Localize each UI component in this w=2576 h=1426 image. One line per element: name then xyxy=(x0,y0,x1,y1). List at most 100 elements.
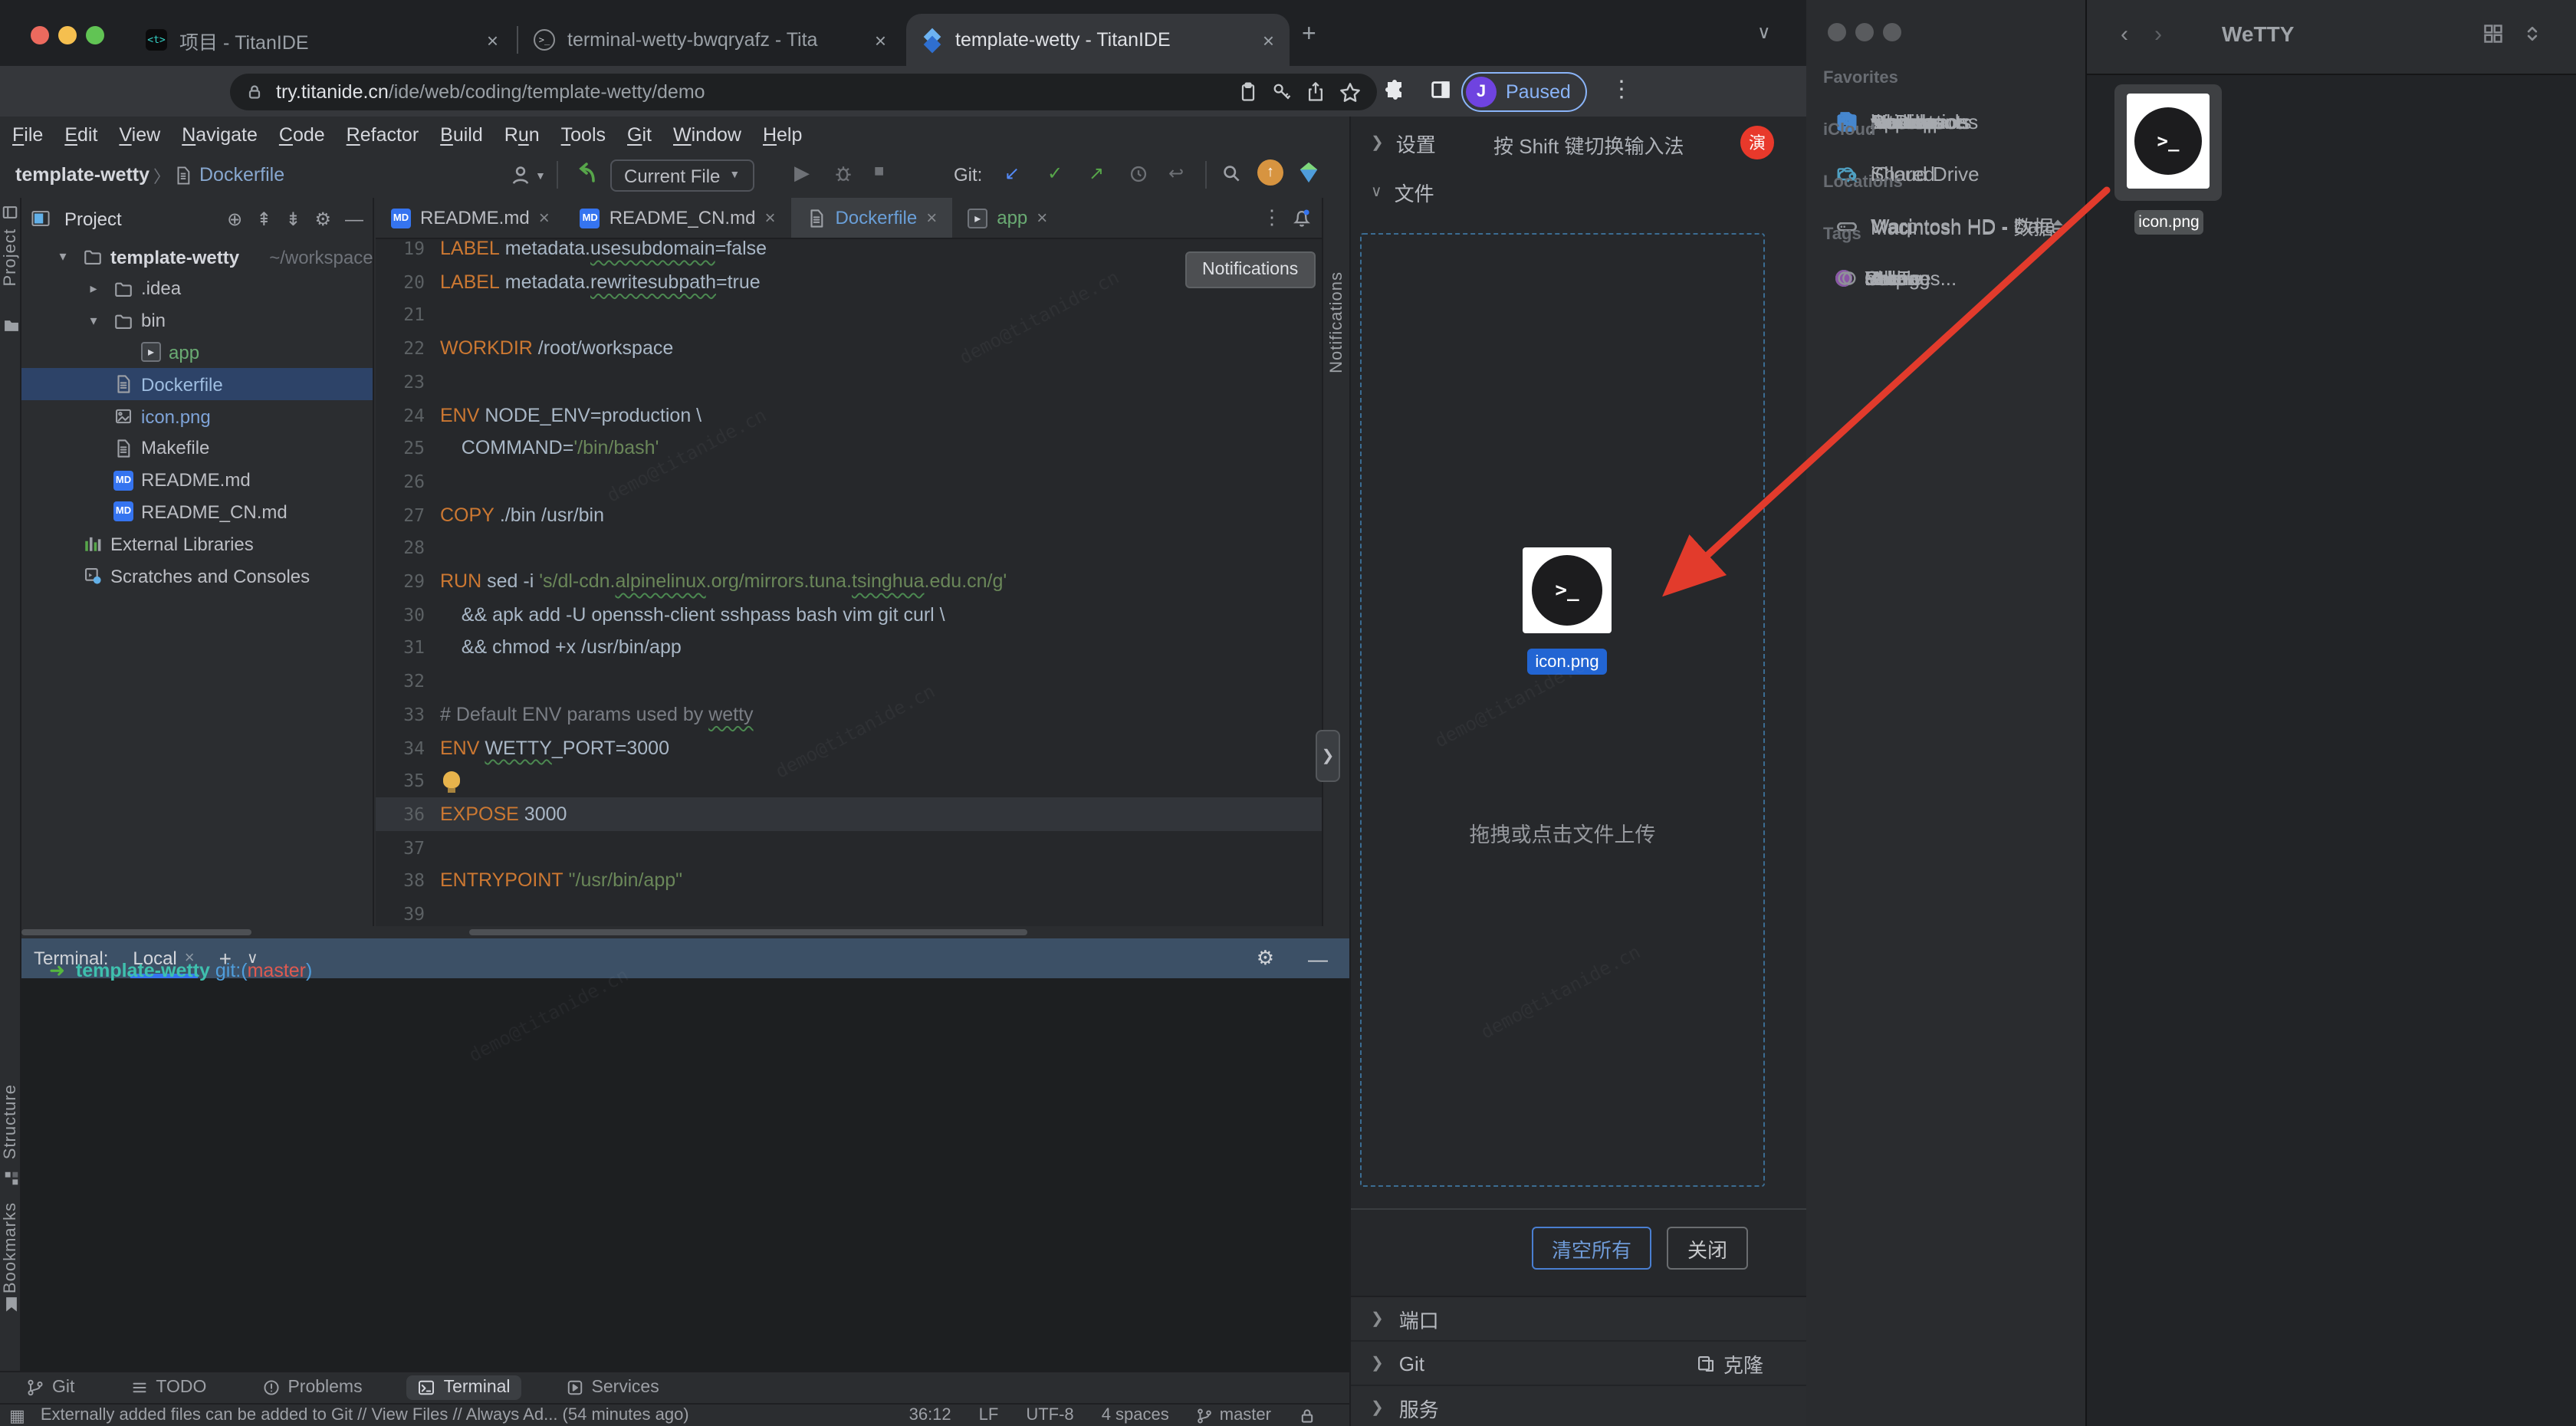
chevron-down-icon[interactable]: ▾ xyxy=(86,312,101,329)
section-git[interactable]: ❯Git克隆 xyxy=(1351,1342,1806,1386)
browser-tab[interactable]: template-wetty - TitanIDE× xyxy=(906,14,1290,66)
editor-tab-close-icon[interactable]: × xyxy=(764,207,775,228)
minimize-window-button[interactable] xyxy=(58,26,77,44)
code-line[interactable]: COMMAND='/bin/bash' xyxy=(440,431,659,465)
editor-tab-readme-md[interactable]: MDREADME.md× xyxy=(376,198,565,238)
editor-tab-app[interactable]: ▸app× xyxy=(952,198,1063,238)
code-line[interactable]: WORKDIR /root/workspace xyxy=(440,331,673,365)
menu-item-edit[interactable]: Edit xyxy=(64,124,97,146)
tree-item-dockerfile[interactable]: Dockerfile xyxy=(21,368,373,400)
menu-item-navigate[interactable]: Navigate xyxy=(182,124,258,146)
notifications-bell-icon[interactable] xyxy=(1291,207,1313,228)
tree-item--idea[interactable]: ▸.idea xyxy=(21,273,373,305)
toolwindow-button-services[interactable]: Services xyxy=(555,1375,670,1400)
vcs-update-icon[interactable] xyxy=(575,161,600,186)
readonly-lock-icon[interactable] xyxy=(1299,1407,1316,1424)
code-line[interactable]: EXPOSE 3000 xyxy=(440,797,567,831)
code-line[interactable]: LABEL metadata.rewritesubpath=true xyxy=(440,264,761,298)
editor-tab-close-icon[interactable]: × xyxy=(539,207,550,228)
close-button[interactable]: 关闭 xyxy=(1667,1227,1748,1270)
sidebar-item-project[interactable]: Project xyxy=(2,228,20,287)
gem-icon[interactable] xyxy=(1297,161,1320,184)
editor-tab-readme-cn-md[interactable]: MDREADME_CN.md× xyxy=(565,198,791,238)
expand-panel-button[interactable]: ❯ xyxy=(1316,730,1340,782)
code-line[interactable]: COPY ./bin /usr/bin xyxy=(440,498,604,531)
code-line[interactable]: && apk add -U openssh-client sshpass bas… xyxy=(440,597,945,631)
tree-item-app[interactable]: ▸app xyxy=(21,337,373,369)
tab-close-icon[interactable]: × xyxy=(1263,28,1274,51)
hide-panel-icon[interactable]: — xyxy=(345,208,363,229)
file-encoding[interactable]: UTF-8 xyxy=(1026,1406,1073,1424)
browser-menu-icon[interactable]: ⋮ xyxy=(1610,75,1633,103)
project-tab-icon[interactable] xyxy=(2,204,18,221)
menu-item-code[interactable]: Code xyxy=(279,124,325,146)
toolwindow-button-problems[interactable]: Problems xyxy=(251,1375,373,1400)
password-key-icon[interactable] xyxy=(1271,81,1293,103)
finder-back-icon[interactable]: ‹ xyxy=(2121,21,2128,48)
git-commit-icon[interactable]: ✓ xyxy=(1047,163,1063,184)
debug-icon[interactable] xyxy=(833,163,854,184)
files-section-header[interactable]: ∨ 文件 xyxy=(1371,178,1434,207)
menu-item-run[interactable]: Run xyxy=(504,124,540,146)
eject-icon[interactable] xyxy=(2049,216,2067,235)
git-push-icon[interactable]: ↗ xyxy=(1089,163,1104,184)
tab-close-icon[interactable]: × xyxy=(487,28,498,51)
finder-minimize-button[interactable] xyxy=(1855,23,1874,41)
code-line[interactable]: && chmod +x /usr/bin/app xyxy=(440,631,682,665)
status-panel-icon[interactable]: ▦ xyxy=(9,1405,25,1425)
terminal-settings-gear-icon[interactable]: ⚙ xyxy=(1257,946,1274,971)
close-window-button[interactable] xyxy=(31,26,49,44)
toolwindow-button-todo[interactable]: TODO xyxy=(119,1375,217,1400)
browser-tab[interactable]: <t>项目 - TitanIDE× xyxy=(130,14,514,66)
editor-tabs-menu-icon[interactable]: ⋮ xyxy=(1262,205,1282,230)
tree-item-scratches-and-consoles[interactable]: Scratches and Consoles xyxy=(21,560,373,592)
tree-item-external-libraries[interactable]: External Libraries xyxy=(21,527,373,560)
minimize-terminal-icon[interactable]: — xyxy=(1308,947,1328,970)
history-icon[interactable] xyxy=(1129,164,1148,184)
tree-item-bin[interactable]: ▾bin xyxy=(21,304,373,337)
editor-tab-dockerfile[interactable]: Dockerfile× xyxy=(790,198,952,238)
tree-item-readme-md[interactable]: MDREADME.md xyxy=(21,464,373,496)
menu-item-file[interactable]: File xyxy=(12,124,43,146)
section-services[interactable]: ❯服务 xyxy=(1351,1386,1806,1426)
menu-item-build[interactable]: Build xyxy=(440,124,483,146)
chevron-down-icon[interactable]: ▾ xyxy=(55,248,71,265)
breadcrumb-project[interactable]: template-wetty xyxy=(15,164,150,186)
line-ending[interactable]: LF xyxy=(979,1406,999,1424)
project-hscrollbar[interactable] xyxy=(21,929,251,935)
toolwindow-button-git[interactable]: Git xyxy=(15,1375,85,1400)
chevron-right-icon[interactable]: ▸ xyxy=(86,281,101,297)
settings-section-header[interactable]: ❯ 设置 xyxy=(1371,129,1436,158)
code-line[interactable]: RUN sed -i 's/dl-cdn.alpinelinux.org/mir… xyxy=(440,564,1007,598)
menu-item-git[interactable]: Git xyxy=(627,124,652,146)
tree-item-readme-cn-md[interactable]: MDREADME_CN.md xyxy=(21,496,373,528)
clone-action[interactable]: 克隆 xyxy=(1696,1349,1763,1378)
extensions-puzzle-icon[interactable] xyxy=(1383,78,1408,103)
clear-all-button[interactable]: 清空所有 xyxy=(1532,1227,1651,1270)
search-icon[interactable] xyxy=(1221,163,1242,184)
upgrade-icon[interactable]: ↑ xyxy=(1257,159,1283,186)
caret-position[interactable]: 36:12 xyxy=(909,1406,951,1424)
tree-item-makefile[interactable]: Makefile xyxy=(21,432,373,465)
locate-file-icon[interactable]: ⊕ xyxy=(227,208,242,229)
finder-close-button[interactable] xyxy=(1828,23,1846,41)
code-line[interactable]: ENV WETTY_PORT=3000 xyxy=(440,731,669,764)
finder-file-thumbnail[interactable]: >_ xyxy=(2127,94,2210,189)
profile-paused-pill[interactable]: J Paused xyxy=(1461,72,1588,112)
share-icon[interactable] xyxy=(1305,81,1326,103)
user-icon[interactable] xyxy=(509,164,532,187)
sidebar-item-structure[interactable]: Structure xyxy=(2,1084,20,1159)
sidebar-item-bookmarks[interactable]: Bookmarks xyxy=(2,1202,20,1293)
code-line[interactable]: ENTRYPOINT "/usr/bin/app" xyxy=(440,864,682,898)
menu-item-window[interactable]: Window xyxy=(673,124,741,146)
indent-style[interactable]: 4 spaces xyxy=(1102,1406,1169,1424)
toolwindow-button-terminal[interactable]: Terminal xyxy=(407,1375,521,1400)
collapse-all-icon[interactable]: ⇟ xyxy=(285,208,301,229)
run-button[interactable]: ▶ xyxy=(794,161,810,186)
stop-button[interactable]: ■ xyxy=(874,163,884,181)
tab-search-button[interactable]: ∨ xyxy=(1757,21,1771,43)
quickfix-bulb-icon[interactable] xyxy=(443,771,460,788)
git-update-icon[interactable]: ↙ xyxy=(1004,163,1020,184)
folder-strip-icon[interactable] xyxy=(2,317,19,334)
code-line[interactable]: ENV NODE_ENV=production \ xyxy=(440,398,702,432)
